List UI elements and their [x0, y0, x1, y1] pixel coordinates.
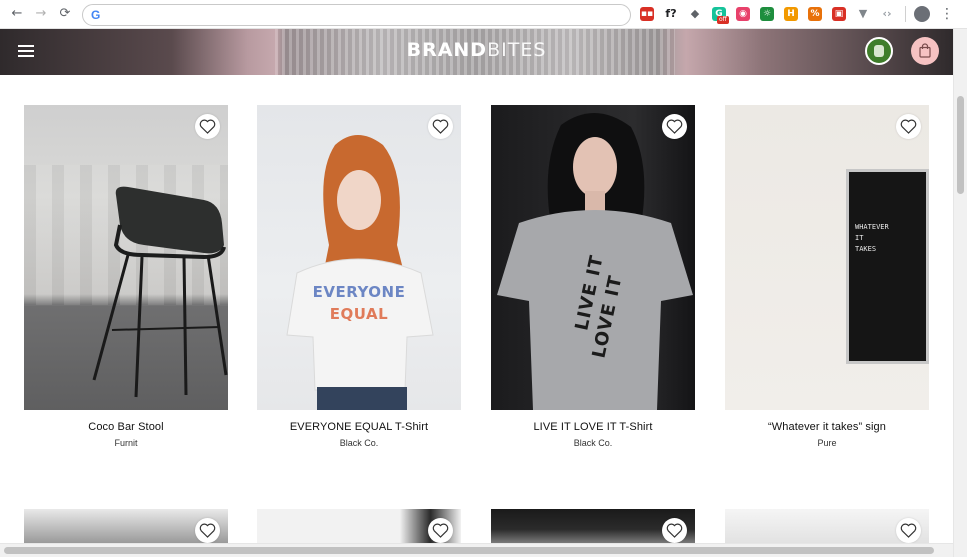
product-image[interactable]: [24, 509, 228, 543]
site-logo[interactable]: BRANDBITES: [0, 39, 953, 61]
logo-text-bold: BRAND: [406, 39, 488, 61]
heart-icon: [199, 523, 216, 538]
browser-toolbar: ← → ⟳ G ▪▪ f? ◆ Goff ◉ ☼ H% ▣ ▼ ‹› ⋮: [0, 0, 967, 29]
heart-icon: [432, 523, 449, 538]
extension-percent-icon[interactable]: %: [808, 7, 822, 21]
forward-icon[interactable]: →: [33, 6, 49, 22]
product-brand: Black Co.: [339, 438, 379, 448]
site-header: BRANDBITES: [0, 29, 953, 75]
browser-menu-icon[interactable]: ⋮: [940, 6, 954, 22]
extension-picture-icon[interactable]: ▣: [832, 7, 846, 21]
product-card[interactable]: Coco Bar Stool Furnit: [24, 105, 228, 455]
product-name[interactable]: EVERYONE EQUAL T-Shirt: [257, 421, 461, 433]
reload-icon[interactable]: ⟳: [57, 6, 73, 22]
horizontal-scrollbar-thumb[interactable]: [4, 547, 934, 554]
wishlist-button[interactable]: [896, 114, 921, 139]
product-image[interactable]: [491, 509, 695, 543]
extension-red-icon[interactable]: ▪▪: [640, 7, 654, 21]
browser-window: ← → ⟳ G ▪▪ f? ◆ Goff ◉ ☼ H% ▣ ▼ ‹› ⋮ BRANDBITES: [0, 0, 967, 557]
product-image[interactable]: [257, 509, 461, 543]
wishlist-button[interactable]: [428, 114, 453, 139]
product-card[interactable]: [491, 509, 695, 543]
product-name[interactable]: LIVE IT LOVE IT T-Shirt: [491, 421, 695, 433]
product-card[interactable]: [257, 509, 461, 543]
heart-icon: [900, 523, 917, 538]
extension-fx-icon[interactable]: f?: [664, 7, 678, 21]
bar-stool-illustration: [92, 186, 228, 398]
product-card[interactable]: [24, 509, 228, 543]
product-image[interactable]: WHATEVER IT TAKES: [725, 105, 929, 410]
extension-shield-icon[interactable]: ◆: [688, 7, 702, 21]
product-name[interactable]: “Whatever it takes” sign: [725, 421, 929, 433]
product-brand: Furnit: [114, 438, 138, 448]
extension-h-icon[interactable]: H: [784, 7, 798, 21]
product-card[interactable]: LIVE IT LOVE IT LIVE IT LOVE IT T-Shirt …: [491, 105, 695, 455]
wishlist-button[interactable]: [428, 518, 453, 543]
extension-pink-icon[interactable]: ◉: [736, 7, 750, 21]
product-card[interactable]: [725, 509, 929, 543]
wishlist-button[interactable]: [195, 518, 220, 543]
address-bar[interactable]: G: [82, 4, 631, 26]
heart-icon: [666, 119, 683, 134]
product-image[interactable]: LIVE IT LOVE IT: [491, 105, 695, 410]
heart-icon: [199, 119, 216, 134]
extension-code-icon[interactable]: ‹›: [880, 7, 894, 21]
google-search-icon: G: [91, 8, 101, 22]
product-image[interactable]: [24, 105, 228, 410]
user-avatar-icon[interactable]: [865, 37, 893, 65]
toolbar-divider: [905, 6, 906, 22]
wishlist-button[interactable]: [896, 518, 921, 543]
extension-vue-icon[interactable]: ▼: [856, 7, 870, 21]
logo-text-light: BITES: [487, 39, 547, 61]
product-name[interactable]: Coco Bar Stool: [24, 421, 228, 433]
product-brand: Black Co.: [573, 438, 613, 448]
product-card[interactable]: WHATEVER IT TAKES “Whatever it takes” si…: [725, 105, 929, 455]
tee-print-line-2: EQUAL: [329, 305, 389, 323]
product-grid: Coco Bar Stool Furnit EVERYONE EQUAL EVE…: [0, 75, 953, 543]
tee-print-line-1: EVERYONE: [312, 283, 406, 301]
heart-icon: [900, 119, 917, 134]
vertical-scrollbar-thumb[interactable]: [957, 96, 964, 194]
grammarly-off-badge: off: [717, 16, 729, 24]
product-image[interactable]: [725, 509, 929, 543]
profile-avatar-icon[interactable]: [914, 6, 930, 22]
wishlist-button[interactable]: [662, 518, 687, 543]
heart-icon: [432, 119, 449, 134]
letter-board-sign: WHATEVER IT TAKES: [846, 169, 929, 364]
vertical-scrollbar[interactable]: [953, 29, 967, 557]
product-card[interactable]: EVERYONE EQUAL EVERYONE EQUAL T-Shirt Bl…: [257, 105, 461, 455]
model-illustration: [286, 135, 434, 410]
sign-text: WHATEVER IT TAKES: [855, 223, 889, 253]
extension-green-icon[interactable]: ☼: [760, 7, 774, 21]
heart-icon: [666, 523, 683, 538]
horizontal-scrollbar[interactable]: [0, 543, 953, 557]
address-input[interactable]: [105, 7, 625, 23]
product-brand: Pure: [817, 438, 837, 448]
wishlist-button[interactable]: [195, 114, 220, 139]
wishlist-button[interactable]: [662, 114, 687, 139]
cart-button[interactable]: [911, 37, 939, 65]
product-image[interactable]: EVERYONE EQUAL: [257, 105, 461, 410]
back-icon[interactable]: ←: [9, 6, 25, 22]
shopping-bag-icon: [919, 43, 931, 58]
